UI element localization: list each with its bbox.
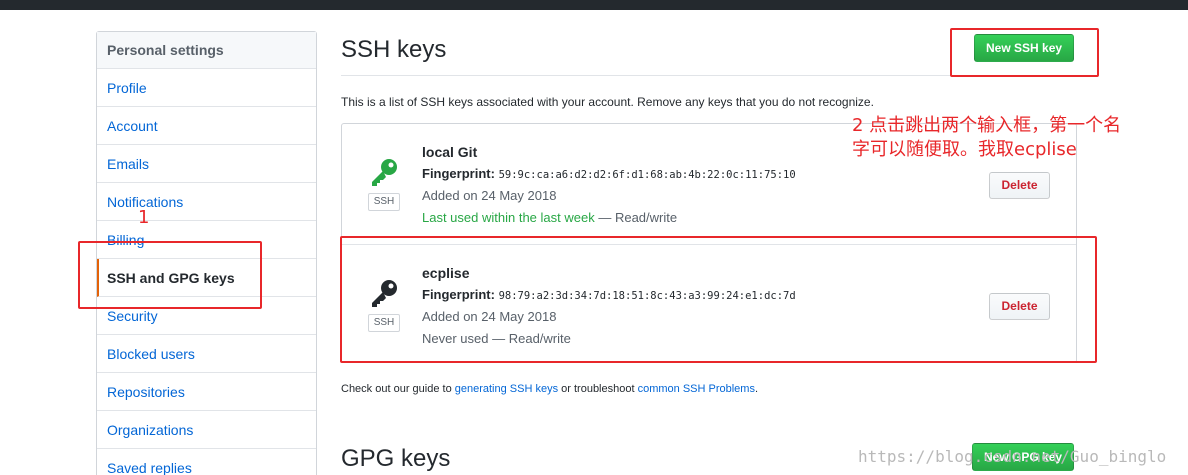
annotation-step-2: 2 点击跳出两个输入框，第一个名 字可以随便取。我取ecplise (852, 114, 1121, 162)
sidebar-item-notifications[interactable]: Notifications (97, 183, 316, 221)
annotation-box-sidebar (78, 241, 262, 309)
watermark: https://blog.csdn.net/Guo_binglo (858, 447, 1167, 466)
key-access: — Read/write (598, 210, 678, 225)
sidebar-header: Personal settings (97, 32, 316, 69)
key-name: local Git (422, 144, 478, 160)
common-ssh-problems-link[interactable]: common SSH Problems (638, 383, 755, 395)
key-last-used: Last used within the last week — Read/wr… (422, 210, 677, 225)
gpg-keys-title: GPG keys (341, 445, 451, 472)
ssh-intro-text: This is a list of SSH keys associated wi… (341, 95, 874, 109)
sidebar-item-repositories[interactable]: Repositories (97, 373, 316, 411)
key-icon (372, 159, 397, 186)
key-added-date: Added on 24 May 2018 (422, 188, 557, 203)
annotation-step-1: 1 (138, 207, 150, 228)
fingerprint-label: Fingerprint: (422, 166, 495, 181)
delete-key-button[interactable]: Delete (989, 172, 1050, 199)
annotation-step-2-line-2: 字可以随便取。我取ecplise (852, 139, 1077, 160)
generating-ssh-keys-link[interactable]: generating SSH keys (455, 383, 558, 395)
help-note-suffix: . (754, 383, 759, 395)
fingerprint-value: 59:9c:ca:a6:d2:d2:6f:d1:68:ab:4b:22:0c:1… (498, 169, 796, 181)
ssh-badge: SSH (368, 193, 400, 211)
sidebar-item-emails[interactable]: Emails (97, 145, 316, 183)
sidebar-item-blocked-users[interactable]: Blocked users (97, 335, 316, 373)
sidebar-item-account[interactable]: Account (97, 107, 316, 145)
sidebar-item-profile[interactable]: Profile (97, 69, 316, 107)
key-last-used-status: Last used within the last week (422, 210, 595, 225)
key-fingerprint: Fingerprint: 59:9c:ca:a6:d2:d2:6f:d1:68:… (422, 166, 796, 181)
top-navigation-bar (0, 0, 1188, 10)
help-note-prefix: Check out our guide to (341, 383, 455, 395)
help-note-middle: or troubleshoot (558, 383, 638, 395)
sidebar-item-saved-replies[interactable]: Saved replies (97, 449, 316, 475)
ssh-keys-title: SSH keys (341, 36, 447, 63)
sidebar-item-organizations[interactable]: Organizations (97, 411, 316, 449)
annotation-box-new-key (950, 28, 1099, 77)
ssh-help-note: Check out our guide to generating SSH ke… (341, 383, 758, 395)
annotation-step-2-line-1: 2 点击跳出两个输入框，第一个名 (852, 115, 1122, 136)
annotation-box-key-row (340, 236, 1097, 363)
